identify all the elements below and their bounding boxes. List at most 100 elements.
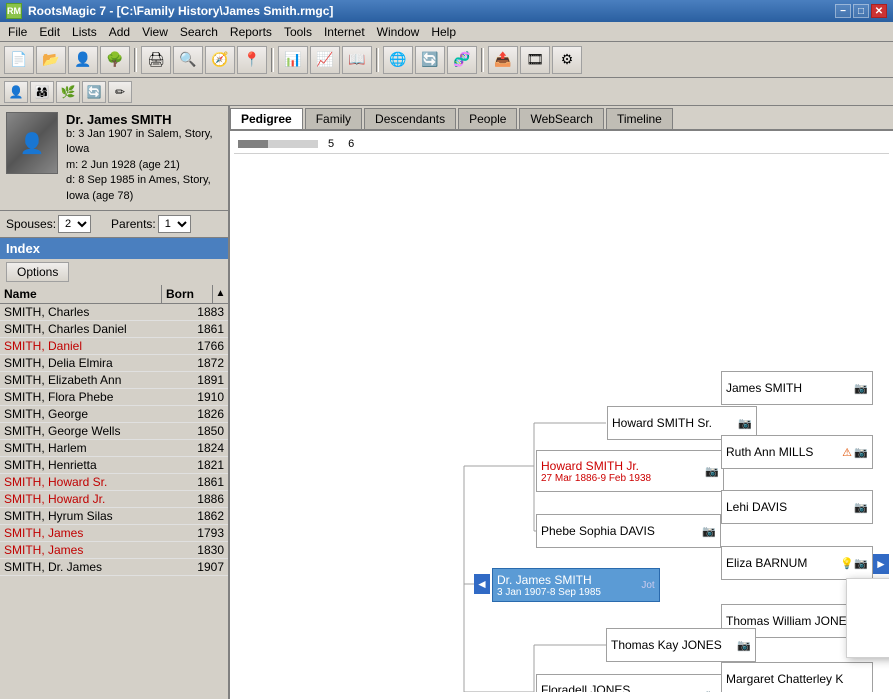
menu-edit[interactable]: Edit <box>33 23 66 41</box>
toolbar-settings[interactable]: ⚙ <box>552 46 582 74</box>
menu-lists[interactable]: Lists <box>66 23 103 41</box>
index-row[interactable]: SMITH, Henrietta 1821 <box>0 457 228 474</box>
index-row[interactable]: SMITH, Hyrum Silas 1862 <box>0 508 228 525</box>
person-box-james-smith-main[interactable]: Dr. James SMITH 3 Jan 1907-8 Sep 1985 Jo… <box>492 568 660 602</box>
toolbar-dna[interactable]: 🧬 <box>447 46 477 74</box>
toolbar2-edit[interactable]: ✏ <box>108 81 132 103</box>
app-icon: RM <box>6 3 22 19</box>
index-row[interactable]: SMITH, Elizabeth Ann 1891 <box>0 372 228 389</box>
toolbar2-tree2[interactable]: 🌿 <box>56 81 80 103</box>
tab-timeline[interactable]: Timeline <box>606 108 673 129</box>
index-row[interactable]: SMITH, Delia Elmira 1872 <box>0 355 228 372</box>
tab-descendants[interactable]: Descendants <box>364 108 456 129</box>
menu-internet[interactable]: Internet <box>318 23 371 41</box>
index-row[interactable]: SMITH, Charles 1883 <box>0 304 228 321</box>
options-button[interactable]: Options <box>6 262 69 282</box>
person-box-content: Thomas Kay JONES <box>611 638 737 652</box>
index-born: 1910 <box>178 389 228 405</box>
toolbar-export[interactable]: 📤 <box>488 46 518 74</box>
scroll-up[interactable]: ▲ <box>212 285 228 303</box>
menu-add[interactable]: Add <box>103 23 136 41</box>
person-box-howard-jr[interactable]: Howard SMITH Jr. 27 Mar 1886-9 Feb 1938 … <box>536 450 724 492</box>
index-row[interactable]: SMITH, Flora Phebe 1910 <box>0 389 228 406</box>
index-name: SMITH, Howard Sr. <box>0 474 178 490</box>
menu-help[interactable]: Help <box>425 23 462 41</box>
parents-dropdown[interactable]: 1 <box>158 215 191 233</box>
index-name: SMITH, Henrietta <box>0 457 178 473</box>
menu-file[interactable]: File <box>2 23 33 41</box>
index-row[interactable]: SMITH, Harlem 1824 <box>0 440 228 457</box>
camera-icon7: 📷 <box>854 500 868 514</box>
toolbar-new[interactable]: 📄 <box>4 46 34 74</box>
nav-left-arrow[interactable]: ◄ <box>474 574 490 594</box>
spouses-dropdown[interactable]: 2 <box>58 215 91 233</box>
index-row[interactable]: SMITH, Howard Sr. 1861 <box>0 474 228 491</box>
index-row[interactable]: SMITH, Daniel 1766 <box>0 338 228 355</box>
tab-family[interactable]: Family <box>305 108 362 129</box>
index-row[interactable]: SMITH, George Wells 1850 <box>0 423 228 440</box>
person-box-dates: 3 Jan 1907-8 Sep 1985 <box>497 587 641 598</box>
toolbar-tree[interactable]: 🌳 <box>100 46 130 74</box>
tab-people[interactable]: People <box>458 108 517 129</box>
tab-websearch[interactable]: WebSearch <box>519 108 603 129</box>
index-row[interactable]: SMITH, Howard Jr. 1886 <box>0 491 228 508</box>
toolbar-compass[interactable]: 🧭 <box>205 46 235 74</box>
index-title: Index <box>0 238 228 259</box>
toolbar-print[interactable]: 🖨 <box>141 46 171 74</box>
index-table: Name Born ▲ SMITH, Charles 1883 SMITH, C… <box>0 285 228 699</box>
toolbar-sync[interactable]: 🔄 <box>415 46 445 74</box>
toolbar-report[interactable]: 📊 <box>278 46 308 74</box>
toolbar2-person[interactable]: 👤 <box>4 81 28 103</box>
person-box-margaret-k[interactable]: Margaret Chatterley K <box>721 662 873 692</box>
separator2 <box>271 48 274 72</box>
menu-reports[interactable]: Reports <box>224 23 278 41</box>
tab-pedigree[interactable]: Pedigree <box>230 108 303 129</box>
person-box-name: Howard SMITH Jr. <box>541 459 705 473</box>
toolbar-book[interactable]: 📖 <box>342 46 372 74</box>
pedigree-scrollbar[interactable] <box>238 140 318 148</box>
person-box-name: Floradell JONES <box>541 683 705 693</box>
person-box-phebe-davis[interactable]: Phebe Sophia DAVIS 📷 <box>536 514 721 548</box>
toolbar-open[interactable]: 📂 <box>36 46 66 74</box>
toolbar-web[interactable]: 🌐 <box>383 46 413 74</box>
maximize-button[interactable]: □ <box>853 4 869 18</box>
person-box-lehi-davis[interactable]: Lehi DAVIS 📷 <box>721 490 873 524</box>
person-box-eliza-barnum[interactable]: Eliza BARNUM 💡 📷 <box>721 546 873 580</box>
toolbar-map[interactable]: 📍 <box>237 46 267 74</box>
index-row[interactable]: SMITH, James 1830 <box>0 542 228 559</box>
camera-icon8: 📷 <box>854 556 868 570</box>
index-born: 1861 <box>178 474 228 490</box>
index-row[interactable]: SMITH, Dr. James 1907 <box>0 559 228 576</box>
index-row[interactable]: SMITH, George 1826 <box>0 406 228 423</box>
person-photo[interactable]: 👤 <box>6 112 58 174</box>
index-born: 1862 <box>178 508 228 524</box>
person-box-floradell-jones[interactable]: Floradell JONES 4 Dec 1888-14 Nov 1955 📷 <box>536 674 724 692</box>
index-row[interactable]: SMITH, James 1793 <box>0 525 228 542</box>
index-name: SMITH, Elizabeth Ann <box>0 372 178 388</box>
menu-tools[interactable]: Tools <box>278 23 318 41</box>
nav-right-arrow[interactable]: ► <box>873 554 889 574</box>
person-box-name: James SMITH <box>726 381 854 395</box>
pedigree-nav: 5 6 <box>234 135 889 154</box>
window-title: RootsМagic 7 - [C:\Family History\James … <box>28 4 333 18</box>
person-details: Dr. James SMITH b: 3 Jan 1907 in Salem, … <box>66 112 222 204</box>
toolbar-backup[interactable]: 👤 <box>68 46 98 74</box>
menu-view[interactable]: View <box>136 23 174 41</box>
index-born: 1886 <box>178 491 228 507</box>
person-box-thomas-kay-jones[interactable]: Thomas Kay JONES 📷 <box>606 628 756 662</box>
person-box-james-smith-anc[interactable]: James SMITH 📷 <box>721 371 873 405</box>
toolbar2-refresh[interactable]: 🔄 <box>82 81 106 103</box>
toolbar2-family[interactable]: 👨‍👩‍👧 <box>30 81 54 103</box>
index-name: SMITH, Charles <box>0 304 178 320</box>
person-box-content: Phebe Sophia DAVIS <box>541 524 702 538</box>
toolbar-media[interactable]: 🎞 <box>520 46 550 74</box>
menu-window[interactable]: Window <box>371 23 426 41</box>
close-button[interactable]: ✕ <box>871 4 887 18</box>
person-box-ruth-mills[interactable]: Ruth Ann MILLS ⚠ 📷 <box>721 435 873 469</box>
minimize-button[interactable]: − <box>835 4 851 18</box>
toolbar-chart[interactable]: 📈 <box>310 46 340 74</box>
menu-search[interactable]: Search <box>174 23 224 41</box>
toolbar-search[interactable]: 🔍 <box>173 46 203 74</box>
index-born: 1883 <box>178 304 228 320</box>
index-row[interactable]: SMITH, Charles Daniel 1861 <box>0 321 228 338</box>
